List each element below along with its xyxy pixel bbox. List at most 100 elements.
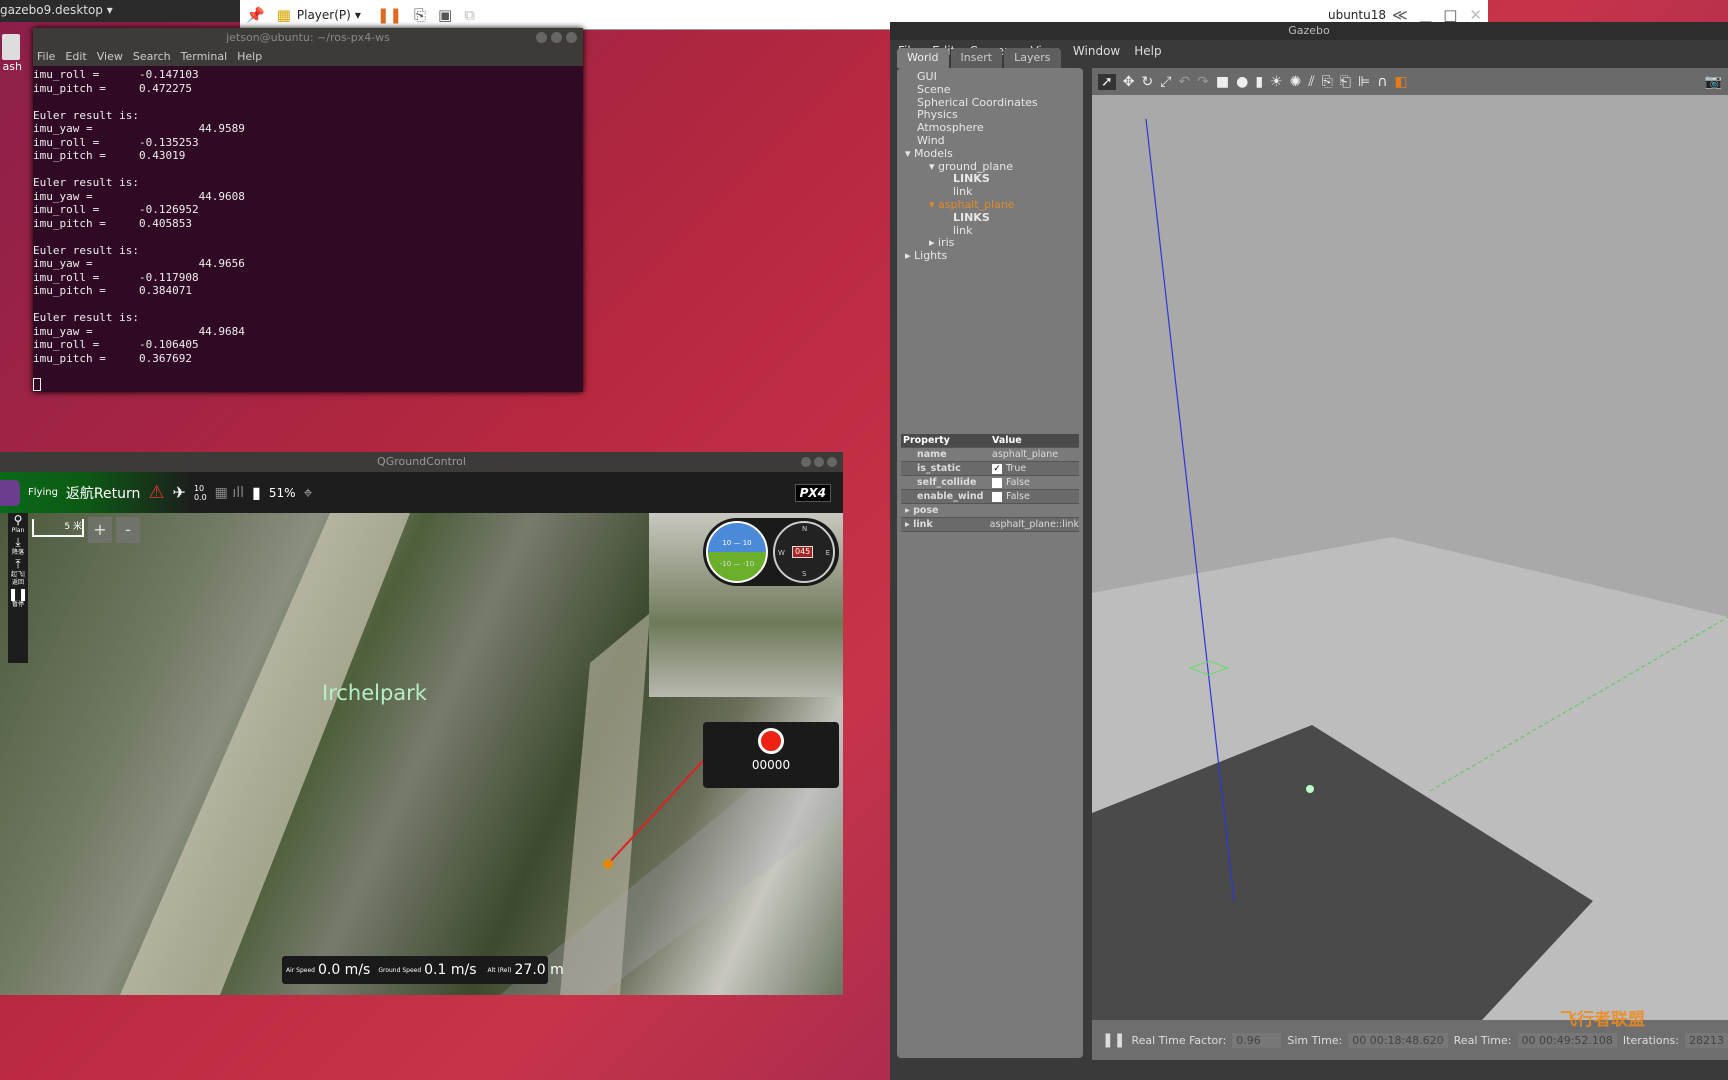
property-value[interactable]: ✓ True [989,462,1079,475]
tree-item[interactable]: ▾ ground_plane [897,160,1083,174]
layout-icon[interactable]: ⎘ [414,6,426,24]
undo-icon[interactable]: ↶ [1178,74,1190,90]
close-icon[interactable]: ✕ [1469,6,1482,24]
player-menu[interactable]: Player(P) [297,8,351,22]
battery-icon[interactable]: ▮ [252,483,261,502]
menu-view[interactable]: View [97,47,123,66]
directional-light-icon[interactable]: ⫽ [1308,74,1314,90]
tree-item[interactable]: ▸ Lights [897,249,1083,263]
top-panel-app-menu[interactable]: gazebo9.desktop ▾ [0,0,240,22]
takeoff-return-button[interactable]: 起飞|返回 [8,571,28,587]
maximize-icon[interactable]: □ [1443,6,1457,24]
rc-signal-icon[interactable]: ▦ ıll [215,485,244,501]
property-value[interactable]: False [989,490,1079,503]
collapse-icon[interactable]: ≪ [1392,6,1408,24]
close-button[interactable] [827,457,837,467]
land-button[interactable]: 降落 [8,549,28,557]
cylinder-icon[interactable]: ▮ [1255,74,1263,90]
menu-help[interactable]: Help [237,47,262,66]
trash-icon[interactable]: ash [0,34,22,84]
terminal-title: jetson@ubuntu: ~/ros-px4-ws [226,31,390,44]
minimize-button[interactable] [536,32,547,43]
point-light-icon[interactable]: ☀ [1270,74,1283,90]
paste-icon[interactable]: ⎗ [1340,74,1351,90]
tree-item[interactable]: ▾ Models [897,147,1083,161]
tab-world[interactable]: World [897,48,949,68]
flight-status[interactable]: Flying [28,487,58,498]
tree-item[interactable]: ▾ asphalt_plane [897,198,1083,212]
zoom-out-button[interactable]: - [116,517,140,543]
checkbox[interactable]: ✓ [992,463,1002,474]
tab-insert[interactable]: Insert [950,48,1003,68]
property-row[interactable]: ▸ pose [901,504,1079,518]
pause-sim-button[interactable]: ❚❚ [1102,1032,1125,1048]
pin-icon[interactable]: 📌 [246,6,265,24]
maximize-button[interactable] [814,457,824,467]
plan-button[interactable]: Plan [8,527,28,535]
screenshot-icon[interactable]: 📷 [1705,74,1722,90]
maximize-button[interactable] [551,32,562,43]
value-text: asphalt_plane::link [989,519,1079,530]
ground-speed: 0.1 m/s [424,962,477,978]
checkbox[interactable] [992,491,1002,502]
3d-viewport[interactable] [1092,95,1728,1020]
gps-icon[interactable]: ✈ [173,483,186,502]
redo-icon[interactable]: ↷ [1197,74,1209,90]
terminal-titlebar[interactable]: jetson@ubuntu: ~/ros-px4-ws [33,28,583,47]
gimbal-icon[interactable]: ⌖ [304,483,313,503]
menu-terminal[interactable]: Terminal [181,47,228,66]
tree-item[interactable]: Scene [897,83,1083,97]
minimize-button[interactable] [801,457,811,467]
property-value: asphalt_plane [989,448,1079,461]
align-icon[interactable]: ⊫ [1358,74,1370,90]
fullscreen-icon[interactable]: ▣ [438,6,452,24]
pause-button[interactable]: 暂停 [8,601,28,609]
terminal-output[interactable]: imu_roll = -0.147103 imu_pitch = 0.47227… [33,66,583,365]
menu-edit[interactable]: Edit [65,47,86,66]
tree-item[interactable]: GUI [897,70,1083,84]
menu-search[interactable]: Search [133,47,171,66]
close-button[interactable] [566,32,577,43]
property-row[interactable]: ▸ link asphalt_plane::link [901,518,1079,532]
checkbox[interactable] [992,477,1002,488]
copy-icon[interactable]: ⎘ [1322,74,1333,90]
property-row[interactable]: name asphalt_plane [901,448,1079,462]
qgc-logo-icon[interactable] [0,479,20,506]
tree-item[interactable]: LINKS [897,211,1083,225]
record-button[interactable] [758,728,784,754]
snap-icon[interactable]: ∩ [1377,74,1387,90]
property-key: self_collide [917,477,977,488]
box-icon[interactable]: ■ [1216,74,1229,90]
sphere-icon[interactable]: ● [1236,74,1248,90]
iris-model[interactable] [1306,785,1314,793]
terminal-window[interactable]: jetson@ubuntu: ~/ros-px4-ws File Edit View… [33,28,583,392]
map-view[interactable]: ⚲ Plan ⤓ 降落 ⤒ 起飞|返回 ❚❚ 暂停 5 米 + - Irchelpark… [0,513,843,995]
menu-help[interactable]: Help [1134,40,1161,62]
minimize-icon[interactable]: ▁ [1420,6,1432,24]
tree-item[interactable]: LINKS [897,173,1083,186]
capture-icon[interactable]: ⧉ [464,6,475,24]
rotate-tool-icon[interactable]: ↻ [1141,74,1153,90]
tab-layers[interactable]: Layers [1004,48,1061,68]
pause-icon[interactable]: ❚❚ [377,6,402,24]
property-value: asphalt_plane::link [987,518,1079,531]
zoom-in-button[interactable]: + [88,517,112,543]
property-row[interactable]: enable_wind False [901,490,1079,504]
view-angle-icon[interactable]: ◧ [1394,74,1407,90]
select-tool-icon[interactable]: ➚ [1098,73,1116,90]
tree-item[interactable]: Wind [897,134,1083,148]
player-logo-icon: ▦ [276,5,291,24]
launch-marker[interactable] [603,859,613,869]
qgc-titlebar[interactable]: QGroundControl [0,452,843,472]
property-row[interactable]: is_static ✓ True [901,462,1079,476]
property-row[interactable]: self_collide False [901,476,1079,490]
rtf-value: 0.96 [1232,1032,1282,1048]
menu-file[interactable]: File [37,47,55,66]
translate-tool-icon[interactable]: ✥ [1123,74,1135,90]
property-value[interactable]: False [989,476,1079,489]
tree-item[interactable]: link [897,224,1083,238]
spot-light-icon[interactable]: ✺ [1290,74,1302,90]
warning-icon[interactable]: ⚠ [148,482,164,503]
flight-mode-selector[interactable]: 返航Return [66,483,140,503]
scale-tool-icon[interactable]: ⤢ [1160,74,1171,90]
